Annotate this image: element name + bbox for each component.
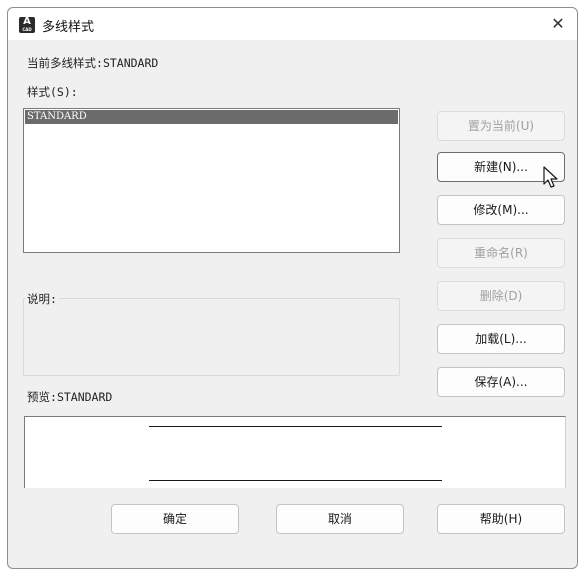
- preview-label: 预览:: [27, 390, 57, 404]
- load-button[interactable]: 加载(L)...: [437, 324, 565, 354]
- title-bar: A CAD 多线样式 ✕: [8, 8, 577, 40]
- set-current-button[interactable]: 置为当前(U): [437, 111, 565, 141]
- current-style-label: 当前多线样式:: [27, 56, 103, 70]
- styles-listbox[interactable]: STANDARD: [23, 108, 400, 253]
- cancel-button[interactable]: 取消: [276, 504, 404, 534]
- help-button[interactable]: 帮助(H): [437, 504, 565, 534]
- styles-label: 样式(S):: [27, 85, 78, 99]
- app-icon-sub: CAD: [22, 27, 32, 32]
- close-icon[interactable]: ✕: [547, 13, 569, 35]
- delete-button[interactable]: 删除(D): [437, 281, 565, 311]
- autocad-app-icon: A CAD: [19, 16, 35, 33]
- preview-row: 预览:STANDARD: [27, 389, 112, 405]
- preview-panel: [24, 416, 566, 488]
- description-label: 说明:: [25, 291, 59, 307]
- rename-button[interactable]: 重命名(R): [437, 238, 565, 268]
- current-style-row: 当前多线样式:STANDARD: [27, 55, 158, 71]
- save-button[interactable]: 保存(A)...: [437, 367, 565, 397]
- description-group: [23, 298, 400, 376]
- modify-button[interactable]: 修改(M)...: [437, 195, 565, 225]
- mouse-pointer-icon: [543, 166, 558, 188]
- list-item[interactable]: STANDARD: [25, 110, 398, 124]
- dialog-title: 多线样式: [42, 20, 95, 35]
- current-style-value: STANDARD: [102, 56, 159, 70]
- multiline-preview-top-line: [149, 426, 442, 427]
- multiline-preview-bottom-line: [149, 480, 442, 481]
- app-icon-letter: A: [23, 16, 31, 27]
- ok-button[interactable]: 确定: [111, 504, 239, 534]
- preview-style-name: STANDARD: [56, 390, 113, 404]
